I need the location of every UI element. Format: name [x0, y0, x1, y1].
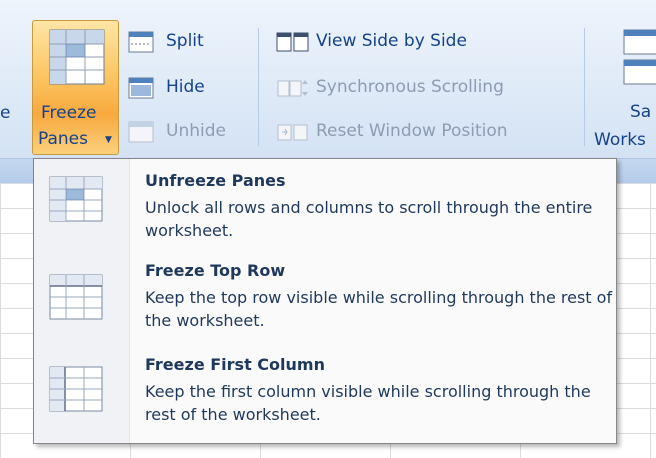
freeze-top-row-icon [49, 274, 103, 320]
freeze-panes-icon [49, 29, 105, 85]
freeze-panes-label-line2: Panes [38, 129, 88, 149]
ribbon: e Freeze Panes ▼ Split Hide Unhide View … [0, 0, 656, 183]
unhide-button[interactable]: Unhide [124, 118, 254, 146]
unhide-label: Unhide [166, 121, 226, 141]
freeze-panes-menu: Unfreeze Panes Unlock all rows and colum… [33, 158, 617, 444]
save-workspace-icon [623, 29, 656, 85]
ribbon-separator [584, 28, 585, 146]
chevron-down-icon: ▼ [105, 135, 112, 145]
freeze-panes-button[interactable]: Freeze Panes ▼ [32, 20, 119, 155]
reset-window-position-icon [277, 124, 308, 141]
freeze-panes-label-line1: Freeze [41, 103, 97, 123]
split-label: Split [166, 31, 204, 51]
unfreeze-panes-icon [49, 176, 103, 222]
hide-button[interactable]: Hide [124, 74, 244, 102]
synchronous-scrolling-icon [277, 80, 308, 97]
menu-item-title: Freeze First Column [145, 355, 325, 374]
freeze-first-column-icon [49, 366, 103, 412]
save-workspace-label-line1: Sa [630, 102, 652, 122]
view-side-by-side-label: View Side by Side [316, 31, 467, 51]
save-workspace-label-line2: Works [594, 130, 646, 150]
ribbon-separator [258, 28, 259, 146]
menu-item-freeze-first-column[interactable]: Freeze First Column Keep the first colum… [34, 349, 616, 443]
menu-item-description: Keep the first column visible while scro… [145, 382, 591, 424]
menu-item-unfreeze-panes[interactable]: Unfreeze Panes Unlock all rows and colum… [34, 161, 616, 255]
split-button[interactable]: Split [124, 28, 244, 56]
hide-icon [128, 77, 154, 99]
menu-item-freeze-top-row[interactable]: Freeze Top Row Keep the top row visible … [34, 255, 616, 349]
synchronous-scrolling-button[interactable]: Synchronous Scrolling [272, 74, 562, 102]
save-workspace-button[interactable]: Sa Works [594, 20, 656, 155]
view-side-by-side-button[interactable]: View Side by Side [272, 28, 542, 56]
side-by-side-icon [276, 32, 309, 52]
ribbon-cut-label: e [0, 103, 11, 123]
reset-window-position-button[interactable]: Reset Window Position [272, 118, 572, 146]
menu-item-description: Unlock all rows and columns to scroll th… [145, 198, 593, 240]
hide-label: Hide [166, 77, 205, 97]
synchronous-scrolling-label: Synchronous Scrolling [316, 77, 504, 97]
unhide-icon [128, 121, 154, 143]
menu-item-description: Keep the top row visible while scrolling… [145, 288, 613, 330]
menu-item-title: Freeze Top Row [145, 261, 286, 280]
reset-window-position-label: Reset Window Position [316, 121, 508, 141]
menu-item-title: Unfreeze Panes [145, 171, 286, 190]
split-icon [128, 31, 154, 53]
